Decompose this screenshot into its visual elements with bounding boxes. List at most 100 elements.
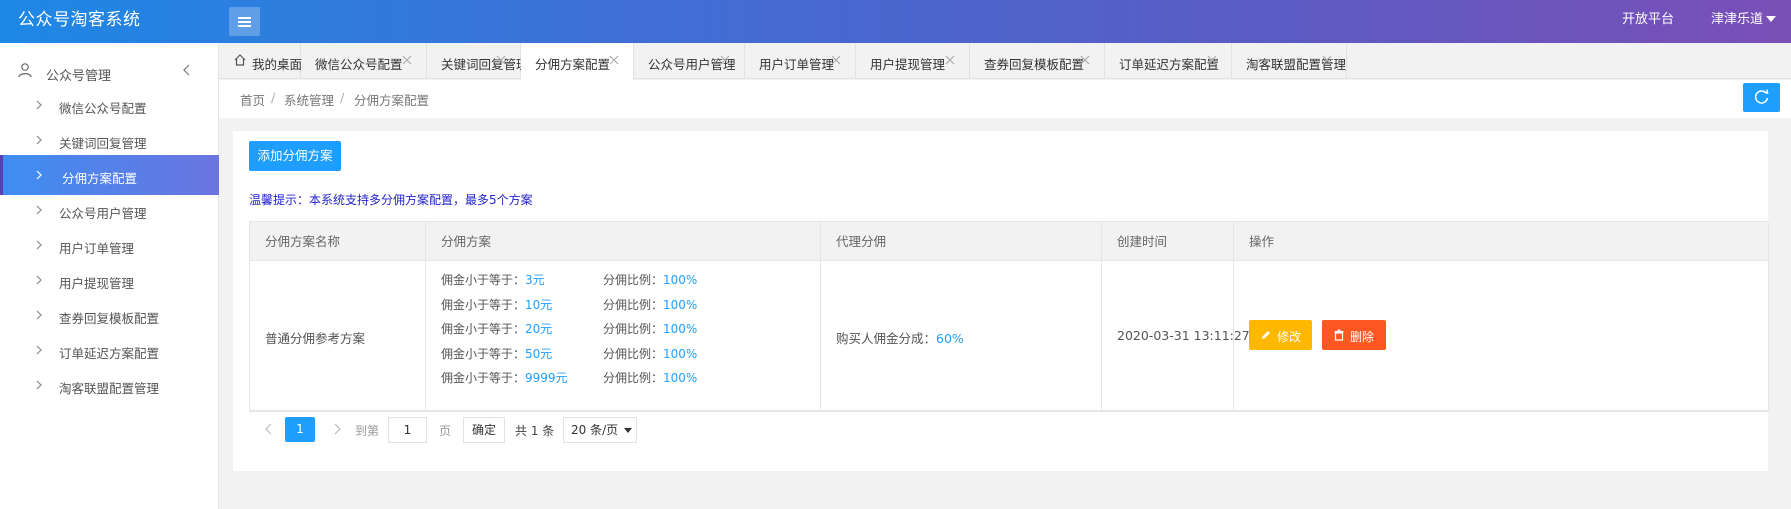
close-icon[interactable] (1080, 55, 1090, 65)
menu-icon (238, 17, 251, 19)
refresh-icon (1754, 89, 1769, 104)
goto-label: 到第 (355, 424, 380, 438)
sidebar-item-label: 分佣方案配置 (62, 171, 138, 186)
agent-commission: 购买人佣金分成：60% (836, 331, 964, 346)
close-icon[interactable] (1207, 55, 1217, 65)
sidebar-item-label: 公众号用户管理 (59, 206, 147, 221)
col-header-name: 分佣方案名称 (250, 222, 426, 261)
edit-button[interactable]: 修改 (1249, 320, 1312, 350)
sidebar-item-5[interactable]: 用户提现管理 (0, 260, 219, 300)
tab-label: 分佣方案配置 (535, 57, 611, 72)
chevron-right-icon (36, 345, 42, 355)
tier-threshold: 50元 (525, 346, 553, 361)
chevron-right-icon (36, 135, 42, 145)
tab-7[interactable]: 查券回复模板配置 (970, 43, 1105, 79)
plan-table: 分佣方案名称 分佣方案 代理分佣 创建时间 操作 普通分佣参考方案 佣金小于等于… (249, 221, 1769, 412)
page-current[interactable]: 1 (285, 417, 315, 442)
close-icon[interactable] (720, 55, 730, 65)
sidebar-item-8[interactable]: 淘客联盟配置管理 (0, 365, 219, 405)
goto-page-input[interactable]: 1 (388, 417, 427, 443)
page-label: 页 (439, 424, 452, 438)
tier-threshold: 20元 (525, 322, 553, 336)
agent-commission-value: 60% (936, 331, 964, 346)
tier-row: 佣金小于等于：50元 分佣比例：100% (441, 346, 698, 361)
tab-4[interactable]: 公众号用户管理 (634, 43, 745, 79)
tier-threshold: 3元 (525, 273, 545, 287)
tab-5[interactable]: 用户订单管理 (745, 43, 856, 79)
sidebar-group-official-account[interactable]: 公众号管理 (0, 57, 219, 87)
sidebar-group-label: 公众号管理 (46, 69, 112, 84)
user-menu[interactable]: 津津乐道 (1711, 0, 1763, 43)
tier-ratio: 100% (663, 273, 698, 287)
menu-toggle-button[interactable] (229, 7, 260, 36)
plan-tiers: 佣金小于等于：3元 分佣比例：100% 佣金小于等于：10元 分佣比例：100% 佣金小… (426, 261, 821, 411)
trash-icon (1334, 329, 1344, 341)
refresh-button[interactable] (1743, 83, 1780, 112)
sidebar-item-label: 用户订单管理 (59, 241, 135, 256)
tab-label: 微信公众号配置 (315, 57, 403, 72)
chevron-right-icon (36, 275, 42, 285)
sidebar-item-6[interactable]: 查券回复模板配置 (0, 295, 219, 335)
chevron-left-icon[interactable] (181, 62, 193, 78)
pagination: 1 到第 1 页 确定 共 1 条 20 条/页 (249, 414, 849, 444)
table-row: 普通分佣参考方案 佣金小于等于：3元 分佣比例：100% 佣金小于等于：10元 分佣比… (250, 261, 1769, 411)
close-icon[interactable] (1322, 55, 1332, 65)
goto-confirm-button[interactable]: 确定 (463, 417, 505, 443)
breadcrumb-home[interactable]: 首页 (240, 90, 265, 109)
tab-9[interactable]: 淘客联盟配置管理 (1232, 43, 1347, 79)
page-size-select[interactable]: 20 条/页 (563, 417, 637, 443)
sidebar-item-label: 订单延迟方案配置 (59, 346, 160, 361)
close-icon[interactable] (831, 55, 841, 65)
caret-down-icon[interactable] (1766, 16, 1776, 22)
sidebar-item-1[interactable]: 关键词回复管理 (0, 120, 219, 160)
close-icon[interactable] (945, 55, 955, 65)
tab-label: 订单延迟方案配置 (1119, 57, 1220, 72)
table-header: 分佣方案名称 分佣方案 代理分佣 创建时间 操作 (250, 222, 1769, 261)
app-title: 公众号淘客系统 (18, 10, 141, 30)
sidebar-item-7[interactable]: 订单延迟方案配置 (0, 330, 219, 370)
close-icon[interactable] (402, 55, 412, 65)
sidebar-item-label: 淘客联盟配置管理 (59, 381, 160, 396)
add-plan-button[interactable]: 添加分佣方案 (249, 141, 341, 171)
delete-button[interactable]: 删除 (1322, 320, 1386, 350)
tier-ratio: 100% (663, 297, 698, 312)
pencil-icon (1262, 331, 1270, 339)
tab-8[interactable]: 订单延迟方案配置 (1105, 43, 1232, 79)
tab-2[interactable]: 关键词回复管理 (427, 43, 529, 79)
tab-1[interactable]: 微信公众号配置 (301, 43, 427, 79)
tier-row: 佣金小于等于：9999元 分佣比例：100% (441, 371, 698, 385)
tab-label: 关键词回复管理 (441, 57, 529, 72)
tip-text: 温馨提示：本系统支持多分佣方案配置，最多5个方案 (249, 193, 533, 207)
tier-threshold: 10元 (525, 297, 553, 312)
sidebar-item-label: 关键词回复管理 (59, 136, 147, 151)
tab-6[interactable]: 用户提现管理 (856, 43, 970, 79)
col-header-agent: 代理分佣 (821, 222, 1102, 261)
sidebar-item-2[interactable]: 分佣方案配置 (0, 155, 219, 195)
chevron-right-icon (36, 170, 42, 180)
close-icon[interactable] (609, 55, 619, 65)
plan-name: 普通分佣参考方案 (265, 331, 366, 346)
tab-0[interactable]: 我的桌面 (219, 43, 303, 79)
chevron-right-icon (36, 205, 42, 215)
tab-3[interactable]: 分佣方案配置 (521, 43, 634, 80)
tier-row: 佣金小于等于：3元 分佣比例：100% (441, 273, 698, 287)
tier-ratio: 100% (663, 371, 698, 385)
breadcrumb-system[interactable]: 系统管理 (284, 90, 334, 109)
sidebar-item-label: 查券回复模板配置 (59, 311, 160, 326)
sidebar-item-0[interactable]: 微信公众号配置 (0, 85, 219, 125)
sidebar-item-label: 微信公众号配置 (59, 101, 147, 116)
chevron-right-icon[interactable] (331, 420, 343, 438)
sidebar-item-4[interactable]: 用户订单管理 (0, 225, 219, 265)
sidebar-item-3[interactable]: 公众号用户管理 (0, 190, 219, 230)
tier-row: 佣金小于等于：20元 分佣比例：100% (441, 322, 698, 336)
open-platform-link[interactable]: 开放平台 (1622, 0, 1674, 43)
chevron-right-icon (36, 310, 42, 320)
created-at: 2020-03-31 13:11:27 (1117, 328, 1250, 343)
tier-ratio: 100% (663, 322, 698, 336)
close-icon[interactable] (496, 55, 506, 65)
chevron-left-icon[interactable] (263, 420, 275, 438)
top-header: 公众号淘客系统 开放平台 津津乐道 (0, 0, 1791, 43)
tab-label: 我的桌面 (252, 57, 303, 72)
breadcrumb: 首页 / 系统管理 / 分佣方案配置 (219, 80, 1791, 118)
home-icon (234, 54, 246, 66)
